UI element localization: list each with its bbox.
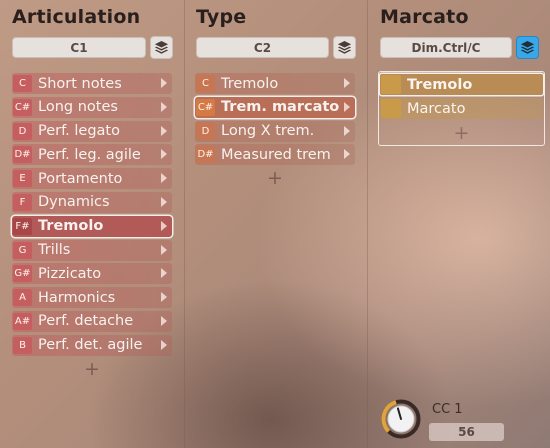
cc-label: CC 1 xyxy=(432,402,463,417)
marcato-layers-button[interactable] xyxy=(516,36,539,59)
type-trigger-field[interactable]: C2 xyxy=(196,37,329,58)
layers-icon xyxy=(520,40,535,54)
type-column: Type C2 C Tremolo C# Trem. marcato D Long X t… xyxy=(185,0,367,448)
chevron-right-icon xyxy=(161,149,167,160)
key-label: F xyxy=(13,193,32,211)
marcato-item-marcato[interactable]: Marcato xyxy=(380,98,543,119)
chevron-right-icon xyxy=(161,315,167,326)
articulation-item-perf-leg-agile[interactable]: D# Perf. leg. agile xyxy=(12,144,172,166)
type-item-trem-marcato[interactable]: C# Trem. marcato xyxy=(195,96,355,118)
articulation-item-harmonics[interactable]: A Harmonics xyxy=(12,287,172,309)
key-label: F# xyxy=(13,217,32,235)
articulation-item-label: Perf. legato xyxy=(38,123,120,140)
articulation-trigger-field[interactable]: C1 xyxy=(12,37,146,58)
type-item-label: Long X trem. xyxy=(221,123,315,140)
knob-icon[interactable] xyxy=(381,399,421,439)
articulation-item-label: Long notes xyxy=(38,99,118,116)
articulation-title: Articulation xyxy=(12,6,141,28)
key-label: D xyxy=(196,122,215,140)
type-item-tremolo[interactable]: C Tremolo xyxy=(195,73,355,94)
cc-value-field[interactable]: 56 xyxy=(429,423,504,441)
chevron-right-icon xyxy=(344,101,350,112)
type-item-label: Trem. marcato xyxy=(221,99,340,116)
type-item-measured-trem[interactable]: D# Measured trem xyxy=(195,144,355,166)
marcato-list: Tremolo Marcato + xyxy=(378,71,545,146)
articulation-item-tremolo[interactable]: F# Tremolo xyxy=(12,215,172,237)
type-layers-button[interactable] xyxy=(333,36,356,59)
chevron-right-icon xyxy=(161,173,167,184)
articulation-item-label: Perf. det. agile xyxy=(38,337,143,354)
key-label: G xyxy=(13,241,32,259)
marcato-item-label: Tremolo xyxy=(407,76,473,93)
marcato-title: Marcato xyxy=(380,6,469,28)
chevron-right-icon xyxy=(161,196,167,207)
chevron-right-icon xyxy=(344,78,350,88)
articulation-layers-button[interactable] xyxy=(150,36,173,59)
marcato-trigger-field[interactable]: Dim.Ctrl/C xyxy=(380,37,512,58)
key-label: E xyxy=(13,170,32,188)
marcato-column: Marcato Dim.Ctrl/C Tremolo Marcato + xyxy=(368,0,550,448)
articulation-item-label: Short notes xyxy=(38,75,122,92)
key-label: B xyxy=(13,336,32,354)
type-title: Type xyxy=(196,6,247,28)
type-item-label: Tremolo xyxy=(221,75,279,92)
key-label: G# xyxy=(13,265,32,283)
key-label: C xyxy=(196,75,215,92)
marcato-item-label: Marcato xyxy=(407,100,466,117)
articulation-column: Articulation C1 C Short notes C# Long notes… xyxy=(0,0,184,448)
articulation-item-short-notes[interactable]: C Short notes xyxy=(12,73,172,94)
layers-icon xyxy=(154,40,169,54)
articulation-item-perf-detache[interactable]: A# Perf. detache xyxy=(12,310,172,332)
key-label: D xyxy=(13,122,32,140)
chevron-right-icon xyxy=(161,101,167,112)
key-label: A# xyxy=(13,312,32,330)
articulation-item-label: Perf. leg. agile xyxy=(38,146,141,163)
articulation-item-label: Perf. detache xyxy=(38,313,134,330)
chevron-right-icon xyxy=(161,268,167,279)
articulation-item-label: Pizzicato xyxy=(38,265,102,282)
articulation-item-portamento[interactable]: E Portamento xyxy=(12,168,172,190)
add-type-button[interactable]: + xyxy=(195,168,355,188)
articulation-item-dynamics[interactable]: F Dynamics xyxy=(12,191,172,213)
articulation-item-perf-det-agile[interactable]: B Perf. det. agile xyxy=(12,334,172,356)
articulation-item-trills[interactable]: G Trills xyxy=(12,239,172,261)
chevron-right-icon xyxy=(161,125,167,136)
layers-icon xyxy=(337,40,352,54)
type-item-long-x-trem[interactable]: D Long X trem. xyxy=(195,120,355,142)
color-swatch xyxy=(381,99,401,118)
chevron-right-icon xyxy=(161,220,167,231)
articulation-item-long-notes[interactable]: C# Long notes xyxy=(12,96,172,118)
articulation-item-pizzicato[interactable]: G# Pizzicato xyxy=(12,263,172,285)
articulation-list: C Short notes C# Long notes D Perf. legato D# P… xyxy=(12,73,172,379)
chevron-right-icon xyxy=(344,149,350,160)
type-list: C Tremolo C# Trem. marcato D Long X trem. D# Me… xyxy=(195,73,355,188)
chevron-right-icon xyxy=(161,292,167,303)
chevron-right-icon xyxy=(344,125,350,136)
color-swatch xyxy=(381,75,401,94)
marcato-item-tremolo[interactable]: Tremolo xyxy=(380,74,543,95)
articulation-item-perf-legato[interactable]: D Perf. legato xyxy=(12,120,172,142)
key-label: A xyxy=(13,289,32,307)
chevron-right-icon xyxy=(161,78,167,88)
type-item-label: Measured trem xyxy=(221,146,331,163)
chevron-right-icon xyxy=(161,244,167,255)
chevron-right-icon xyxy=(161,339,167,350)
key-label: C xyxy=(13,75,32,92)
articulation-item-label: Tremolo xyxy=(38,218,104,235)
articulation-item-label: Dynamics xyxy=(38,194,110,211)
articulation-item-label: Trills xyxy=(38,242,71,259)
key-label: C# xyxy=(196,98,215,116)
articulation-item-label: Harmonics xyxy=(38,289,116,306)
key-label: C# xyxy=(13,98,32,116)
add-marcato-button[interactable]: + xyxy=(379,122,544,144)
add-articulation-button[interactable]: + xyxy=(12,359,172,379)
key-label: D# xyxy=(196,146,215,164)
key-label: D# xyxy=(13,146,32,164)
articulation-item-label: Portamento xyxy=(38,170,123,187)
